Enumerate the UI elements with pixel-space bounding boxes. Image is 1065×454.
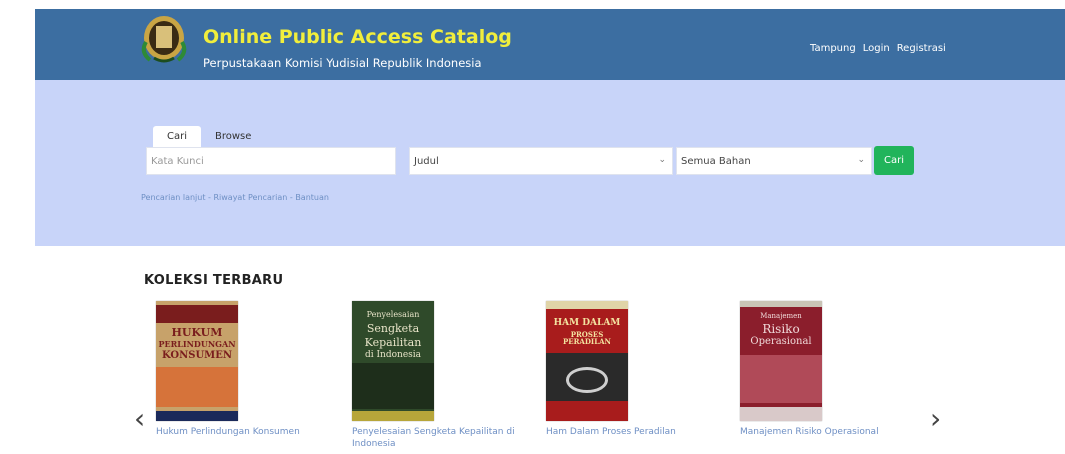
cover-line: Manajemen [760,312,802,320]
search-button[interactable]: Cari [874,146,914,175]
material-type-select[interactable]: Semua Bahan ⌄ [676,147,872,175]
search-panel: Cari Browse Kata Kunci Judul ⌄ Semua Bah… [35,80,1065,246]
book-title-link[interactable]: Penyelesaian Sengketa Kepailitan di Indo… [352,426,527,450]
nav-tampung-link[interactable]: Tampung [810,43,856,54]
cover-line: PROSES PERADILAN [563,330,611,347]
cover-line: HUKUM [171,326,223,339]
site-subtitle: Perpustakaan Komisi Yudisial Republik In… [203,56,482,70]
search-links: Pencarian lanjut - Riwayat Pencarian - B… [141,193,329,202]
cover-line: PERLINDUNGAN [158,339,236,349]
book-title-link[interactable]: Hukum Perlindungan Konsumen [156,426,331,438]
site-header: Online Public Access Catalog Perpustakaa… [35,9,1065,80]
cover-line: Kepailitan [364,336,422,349]
book-item[interactable]: Manajemen Risiko Operasional Manajemen R… [740,301,915,438]
cover-line: Operasional [750,336,812,347]
nav-login-link[interactable]: Login [863,43,890,54]
keyword-search-input[interactable]: Kata Kunci [146,147,396,175]
book-cover[interactable]: HUKUM PERLINDUNGAN KONSUMEN [156,301,238,421]
chevron-right-icon[interactable]: › [930,405,941,433]
cover-line: di Indonesia [364,350,422,360]
chevron-down-icon: ⌄ [658,155,666,165]
book-item[interactable]: HAM DALAM PROSES PERADILAN Ham Dalam Pro… [546,301,721,438]
book-title-link[interactable]: Manajemen Risiko Operasional [740,426,915,438]
tab-cari[interactable]: Cari [153,126,201,148]
chevron-down-icon: ⌄ [857,155,865,165]
logo-seal-icon[interactable] [136,12,196,66]
nav-registrasi-link[interactable]: Registrasi [897,43,946,54]
top-nav: Tampung Login Registrasi [810,43,946,54]
cover-line: Sengketa [366,322,420,335]
cover-line: HAM DALAM [553,318,621,328]
search-field-select[interactable]: Judul ⌄ [409,147,673,175]
book-title-link[interactable]: Ham Dalam Proses Peradilan [546,426,721,438]
cover-line: Penyelesaian [366,310,420,319]
cover-line: KONSUMEN [161,350,233,361]
book-cover[interactable]: HAM DALAM PROSES PERADILAN [546,301,628,421]
search-field-value: Judul [414,156,439,167]
help-link[interactable]: Bantuan [295,193,329,202]
site-title[interactable]: Online Public Access Catalog [203,26,512,48]
section-heading: KOLEKSI TERBARU [144,273,284,288]
advanced-search-link[interactable]: Pencarian lanjut [141,193,205,202]
book-cover[interactable]: Manajemen Risiko Operasional [740,301,822,421]
chevron-left-icon[interactable]: ‹ [134,405,145,433]
search-history-link[interactable]: Riwayat Pencarian [213,193,287,202]
keyword-placeholder: Kata Kunci [151,156,204,167]
tab-browse[interactable]: Browse [201,126,265,148]
cover-line: Risiko [762,322,800,336]
book-cover[interactable]: Penyelesaian Sengketa Kepailitan di Indo… [352,301,434,421]
search-tabs: Cari Browse [153,126,265,148]
book-item[interactable]: Penyelesaian Sengketa Kepailitan di Indo… [352,301,527,450]
book-item[interactable]: HUKUM PERLINDUNGAN KONSUMEN Hukum Perlin… [156,301,331,438]
material-type-value: Semua Bahan [681,156,751,167]
